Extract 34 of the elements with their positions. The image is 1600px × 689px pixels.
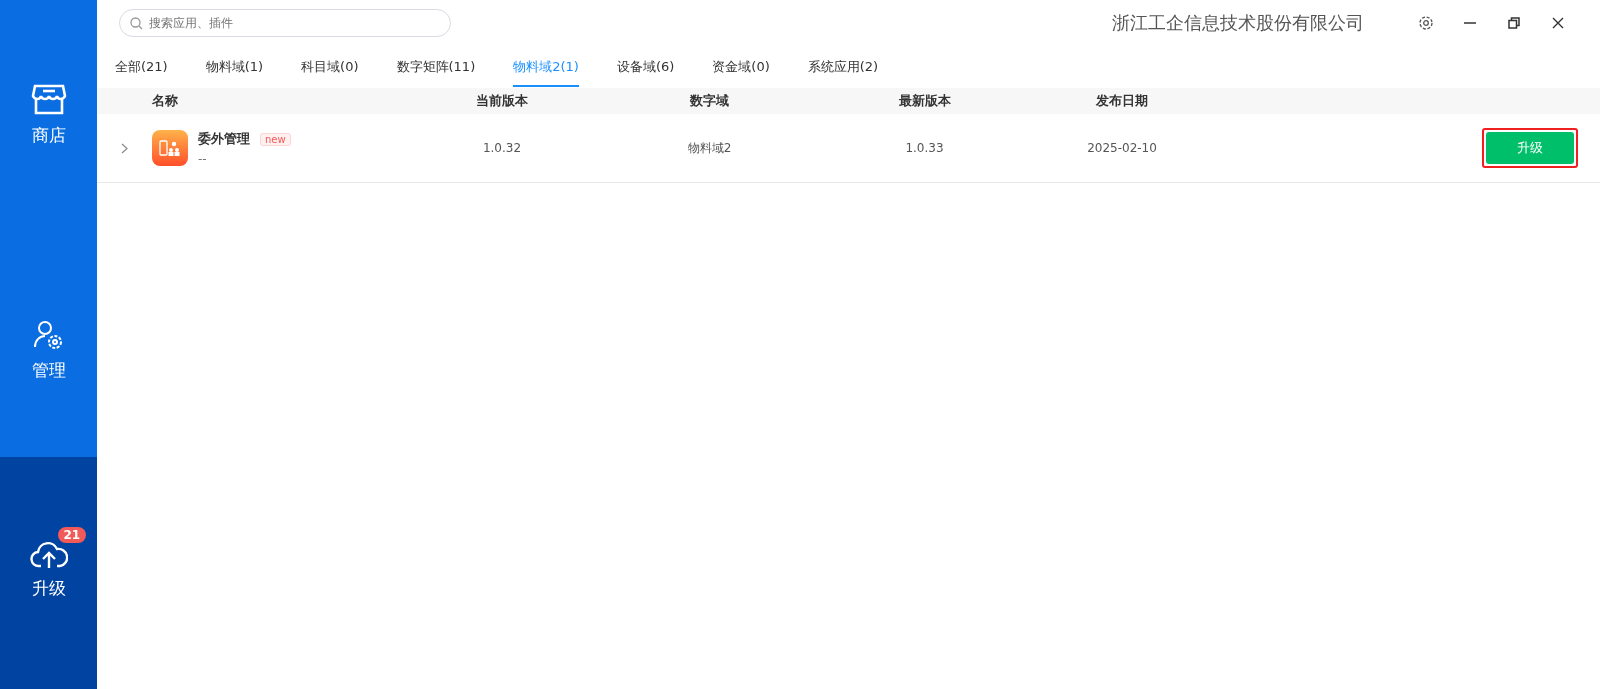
restore-icon[interactable]: [1508, 17, 1520, 29]
search-field[interactable]: 搜索应用、插件: [119, 9, 451, 37]
tab[interactable]: 数字矩阵(11): [396, 47, 476, 87]
chevron-icon[interactable]: [121, 142, 128, 154]
tab[interactable]: 全部(21): [115, 47, 168, 87]
tab[interactable]: 物料域(1): [205, 47, 264, 87]
table-cell-text: 物料域2: [686, 139, 733, 157]
table-cell-text: 1.0.33: [904, 141, 945, 155]
sidebar-item[interactable]: 商店: [12, 70, 85, 147]
sidebar-item[interactable]: 升级 21: [11, 527, 86, 600]
cloud-upload-icon: [29, 539, 68, 569]
search-icon: [130, 17, 143, 30]
tab[interactable]: 设备域(6): [616, 47, 675, 87]
store-icon: [30, 82, 67, 116]
column-header: 名称: [152, 92, 179, 110]
sidebar-item[interactable]: 管理: [13, 307, 84, 382]
tab[interactable]: 科目域(0): [301, 47, 359, 87]
settings-icon[interactable]: [1418, 15, 1434, 31]
app-description: --: [198, 152, 208, 166]
close-icon[interactable]: [1552, 17, 1564, 29]
window-title: 浙江工企信息技术股份有限公司: [1112, 11, 1364, 35]
column-header: 数字域: [689, 92, 730, 110]
table-cell-text: 1.0.32: [481, 141, 523, 155]
app-icon: [152, 130, 188, 166]
column-header: 当前版本: [475, 92, 529, 110]
tab[interactable]: 系统应用(2): [807, 47, 879, 87]
user-gear-icon: [32, 319, 65, 351]
column-header: 最新版本: [897, 92, 952, 110]
count-badge: 21: [57, 527, 87, 543]
tab[interactable]: 资金域(0): [712, 47, 770, 87]
app-name: 委外管理: [198, 131, 250, 146]
column-header: 发布日期: [1095, 92, 1149, 110]
new-tag: new: [260, 133, 291, 146]
table-cell-text: 2025-02-10: [1086, 141, 1158, 155]
